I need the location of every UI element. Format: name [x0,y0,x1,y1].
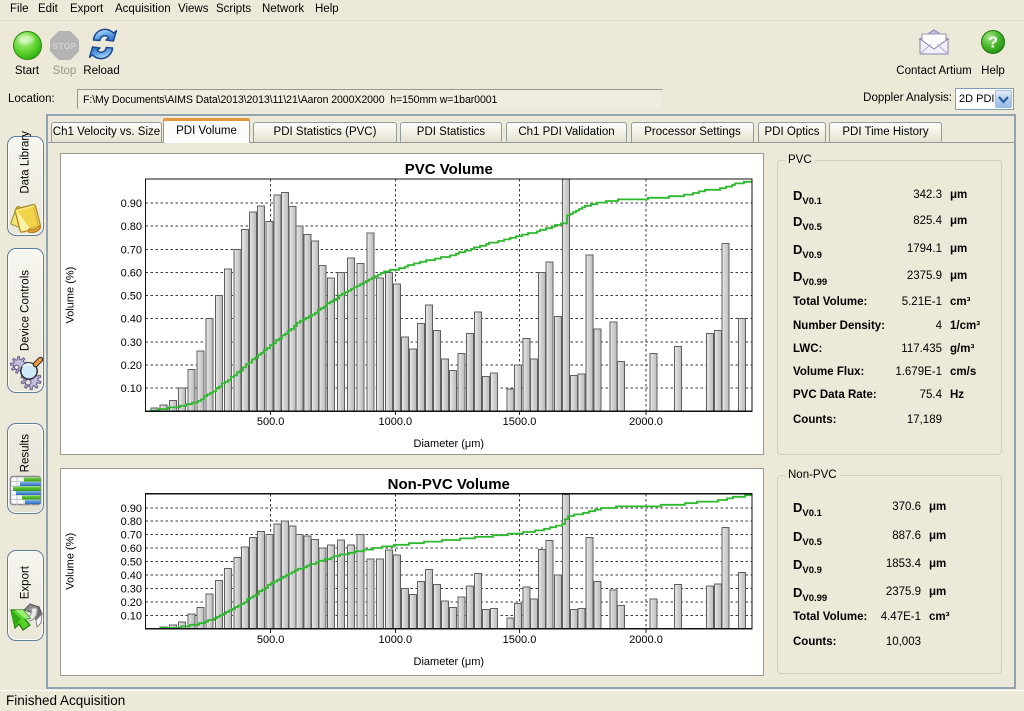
svg-text:0.10: 0.10 [121,383,142,395]
svg-text:1500.0: 1500.0 [503,416,537,428]
svg-text:1500.0: 1500.0 [503,634,537,646]
svg-text:0.60: 0.60 [121,543,142,555]
svg-text:?: ? [988,35,998,52]
svg-text:1000.0: 1000.0 [378,416,412,428]
svg-text:0.30: 0.30 [121,337,142,349]
svg-text:0.40: 0.40 [121,570,142,582]
svg-text:2000.0: 2000.0 [629,634,663,646]
svg-text:Volume (%): Volume (%) [65,533,77,590]
svg-text:0.60: 0.60 [121,267,142,279]
svg-text:500.0: 500.0 [257,634,285,646]
svg-text:0.70: 0.70 [121,244,142,256]
svg-text:0.80: 0.80 [121,516,142,528]
svg-text:PVC Volume: PVC Volume [405,161,493,178]
svg-text:0.30: 0.30 [121,584,142,596]
svg-text:Volume (%): Volume (%) [65,267,77,324]
svg-text:0.70: 0.70 [121,530,142,542]
svg-text:1000.0: 1000.0 [378,634,412,646]
svg-text:0.10: 0.10 [121,610,142,622]
svg-text:0.50: 0.50 [121,291,142,303]
svg-text:500.0: 500.0 [257,416,285,428]
svg-text:0.90: 0.90 [121,503,142,515]
svg-text:0.80: 0.80 [121,221,142,233]
svg-text:Non-PVC Volume: Non-PVC Volume [388,476,510,493]
svg-text:Diameter (μm): Diameter (μm) [414,438,485,450]
svg-text:0.20: 0.20 [121,360,142,372]
svg-text:0.40: 0.40 [121,314,142,326]
svg-text:0.20: 0.20 [121,597,142,609]
svg-text:0.90: 0.90 [121,198,142,210]
svg-text:Diameter (μm): Diameter (μm) [414,656,485,668]
svg-text:2000.0: 2000.0 [629,416,663,428]
svg-text:0.50: 0.50 [121,557,142,569]
